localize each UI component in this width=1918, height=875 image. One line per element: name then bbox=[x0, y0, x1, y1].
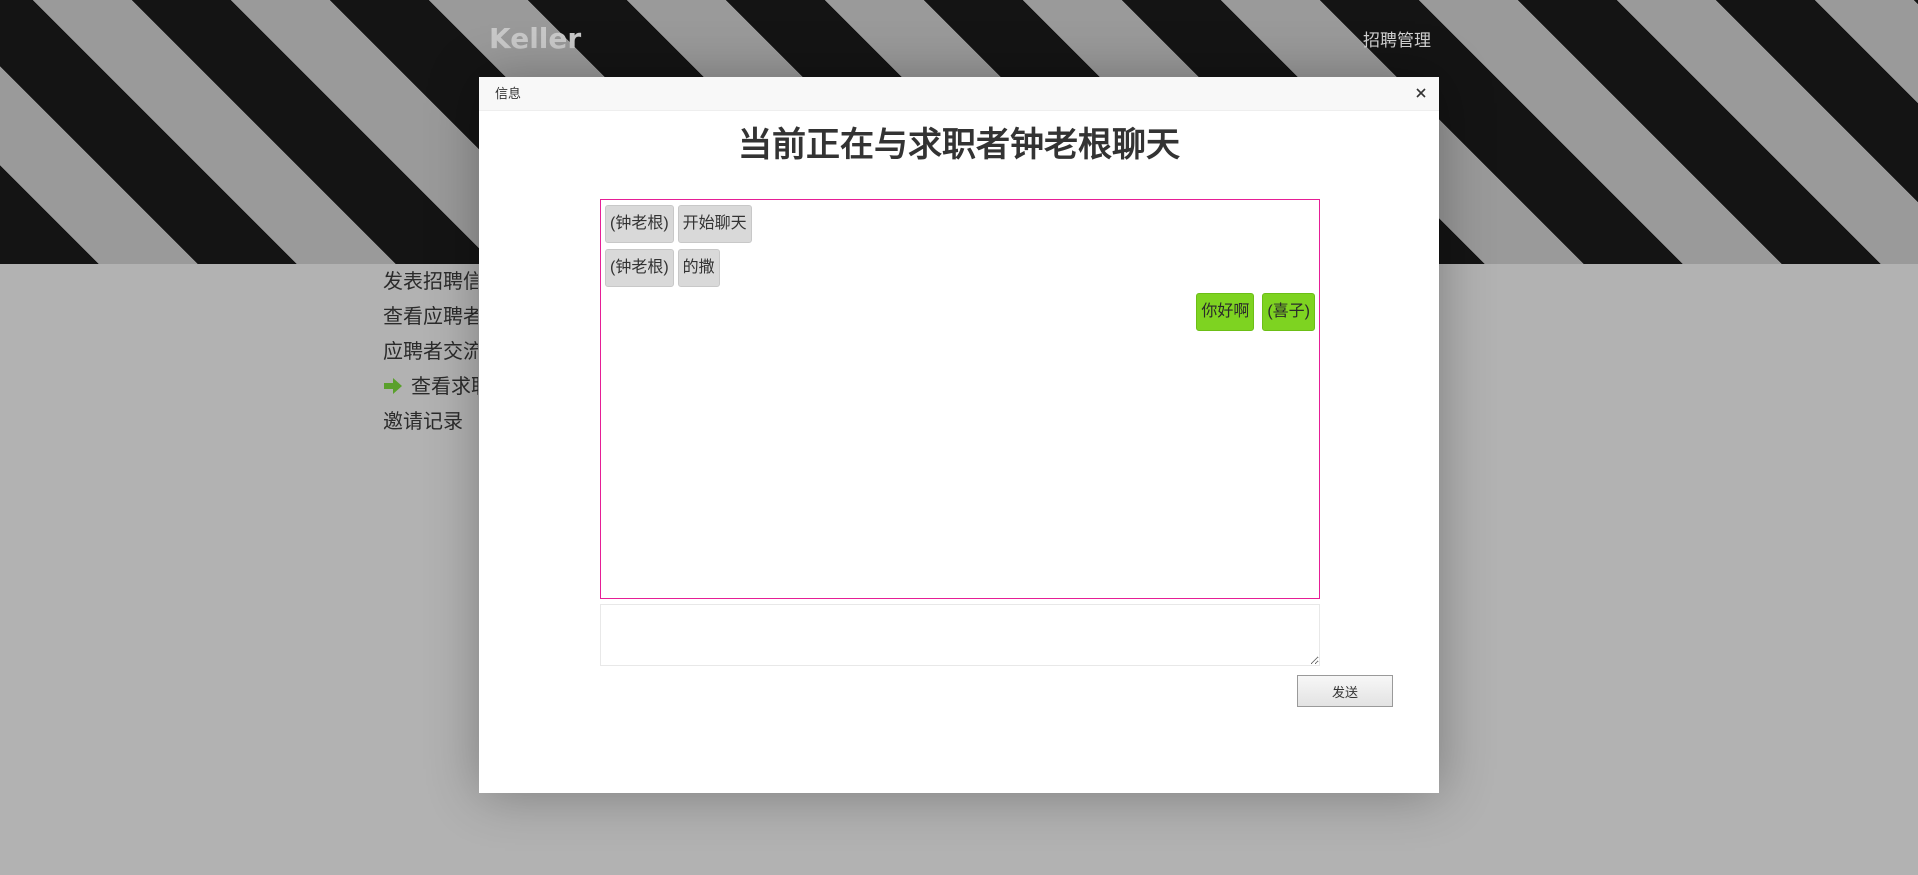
green-arrow-icon bbox=[384, 378, 402, 394]
chat-messages-panel[interactable]: (钟老根) 开始聊天 (钟老根) 的撒 你好啊 (喜子) bbox=[600, 199, 1320, 599]
side-menu: 发表招聘信息 查看应聘者 应聘者交流 查看求职者 邀请记录 bbox=[383, 265, 478, 440]
message-sender: (钟老根) bbox=[605, 249, 674, 287]
message-sender: (喜子) bbox=[1262, 293, 1315, 331]
side-menu-item-label: 查看应聘者 bbox=[383, 306, 478, 328]
dialog-header: 信息 bbox=[479, 77, 1439, 111]
side-menu-item-view-jobseekers[interactable]: 查看求职者 bbox=[383, 370, 478, 405]
chat-message-self: 你好啊 (喜子) bbox=[1196, 293, 1315, 331]
message-text: 你好啊 bbox=[1196, 293, 1255, 331]
message-sender: (钟老根) bbox=[605, 205, 674, 243]
message-text: 的撒 bbox=[677, 249, 720, 287]
side-menu-item-applicant-chat[interactable]: 应聘者交流 bbox=[383, 335, 478, 370]
nav-recruitment-management[interactable]: 招聘管理 bbox=[1363, 26, 1431, 51]
chat-heading: 当前正在与求职者钟老根聊天 bbox=[738, 126, 1180, 164]
chat-message: (钟老根) 的撒 bbox=[605, 249, 720, 287]
message-text: 开始聊天 bbox=[677, 205, 752, 243]
close-icon[interactable] bbox=[1413, 85, 1429, 101]
side-menu-item-label: 邀请记录 bbox=[383, 411, 463, 433]
chat-dialog: 信息 当前正在与求职者钟老根聊天 (钟老根) 开始聊天 (钟老根) 的撒 你好啊… bbox=[479, 77, 1439, 793]
side-menu-item-post-job[interactable]: 发表招聘信息 bbox=[383, 265, 478, 300]
side-menu-item-label: 应聘者交流 bbox=[383, 341, 478, 363]
dialog-title: 信息 bbox=[495, 86, 522, 101]
message-input[interactable] bbox=[600, 604, 1320, 666]
site-brand[interactable]: Keller bbox=[489, 22, 581, 55]
side-menu-item-label: 发表招聘信息 bbox=[383, 271, 478, 293]
side-menu-item-label: 查看求职者 bbox=[411, 376, 478, 398]
side-menu-item-invite-records[interactable]: 邀请记录 bbox=[383, 405, 478, 440]
side-menu-item-view-applicants[interactable]: 查看应聘者 bbox=[383, 300, 478, 335]
send-button[interactable]: 发送 bbox=[1297, 675, 1393, 707]
chat-message: (钟老根) 开始聊天 bbox=[605, 205, 752, 243]
